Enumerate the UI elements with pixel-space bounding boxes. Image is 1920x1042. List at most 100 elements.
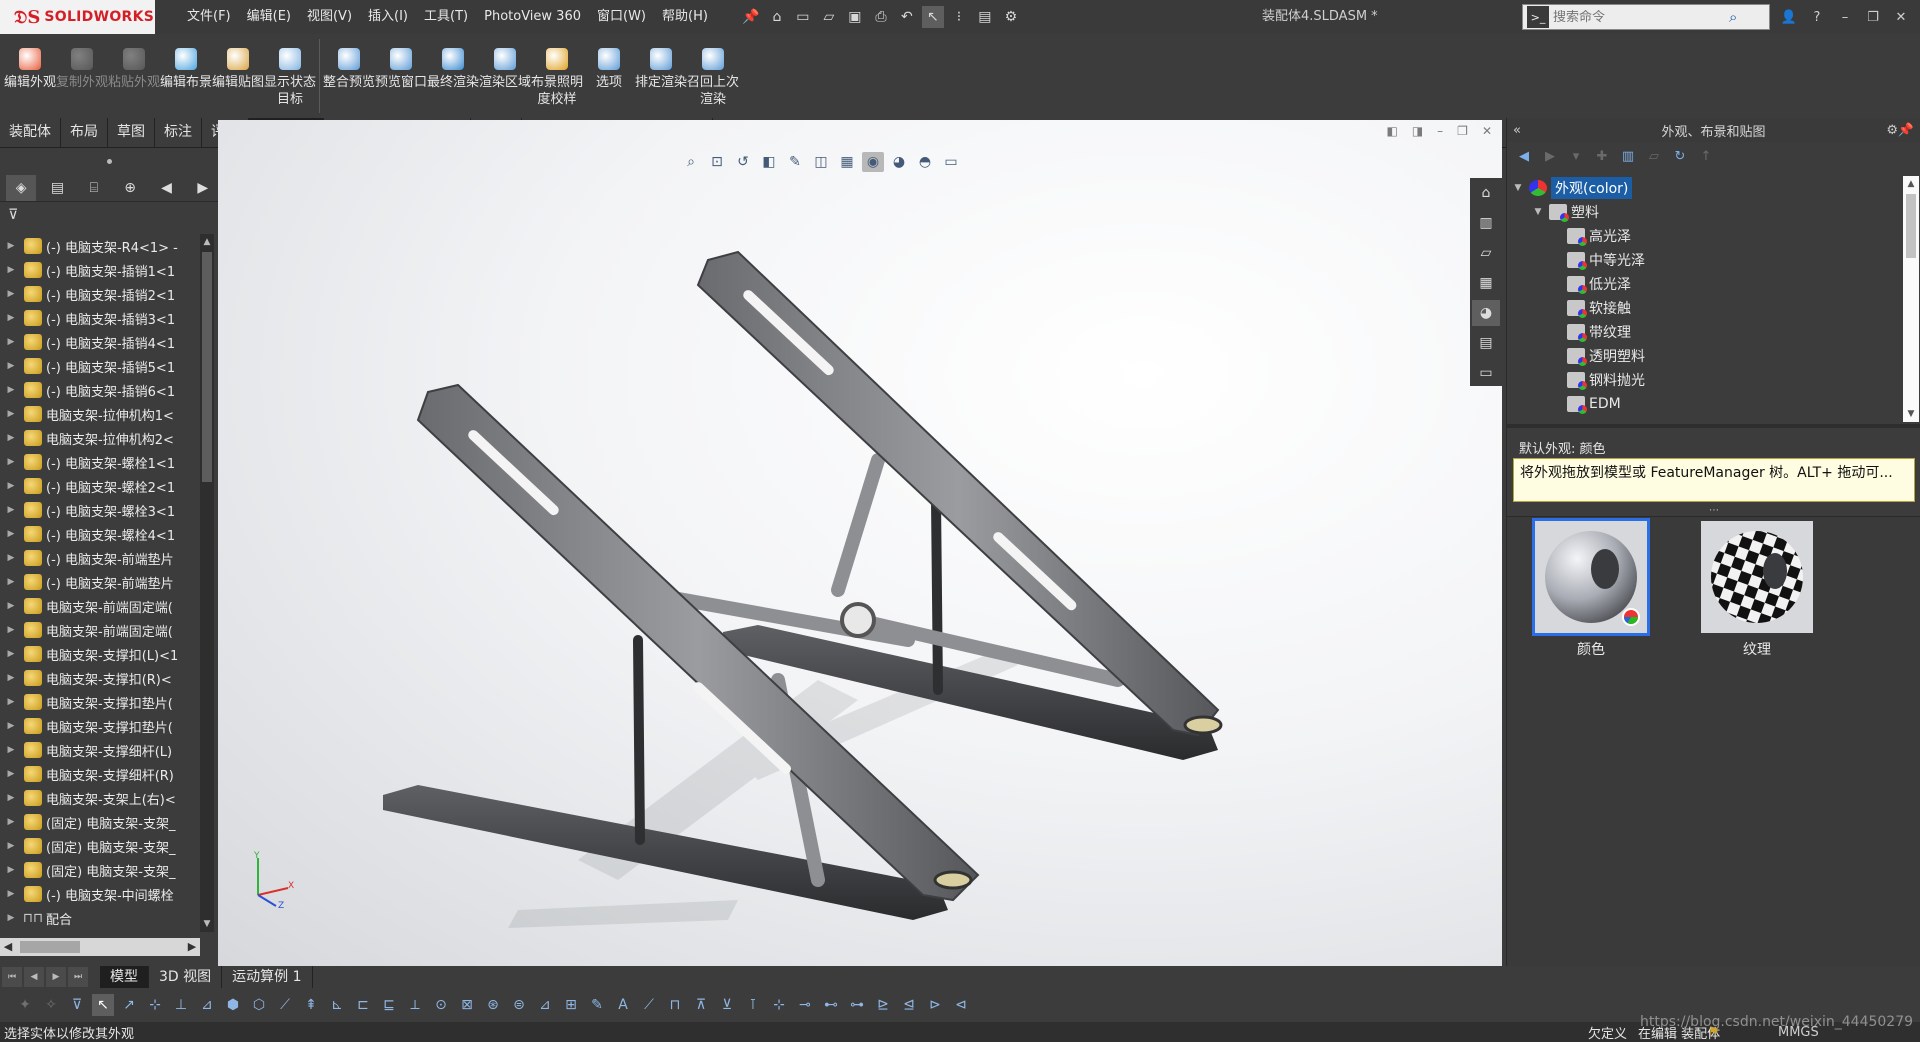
dropdown-arrow-icon[interactable]: ▾	[1567, 147, 1585, 165]
undo-icon[interactable]: ↶	[896, 6, 918, 28]
last-tab-icon[interactable]: ⏭	[68, 967, 88, 987]
solidworks-logo[interactable]: 𝔇S SOLIDWORKS	[0, 0, 155, 34]
design-library-icon[interactable]: ▥	[1472, 210, 1500, 236]
filter-tool-icon[interactable]: ⊺	[742, 994, 764, 1016]
filter-tool-icon[interactable]: ⊳	[924, 994, 946, 1016]
cm-tab-1[interactable]: 布局	[61, 118, 108, 147]
print-icon[interactable]: ⎙	[870, 6, 892, 28]
panel-settings-gear-icon[interactable]: ⚙	[1886, 123, 1898, 138]
filter-tool-icon[interactable]: ⊽	[66, 994, 88, 1016]
ribbon-button-11[interactable]: 选项	[583, 34, 635, 118]
save-icon[interactable]: ▣	[844, 6, 866, 28]
ribbon-button-8[interactable]: 最终渲染	[427, 34, 479, 118]
bottom-tab-0[interactable]: 模型	[100, 966, 149, 988]
thumb-color[interactable]: 颜色	[1532, 518, 1650, 659]
menu-item-4[interactable]: 工具(T)	[416, 0, 476, 34]
filter-tool-icon[interactable]: ⊠	[456, 994, 478, 1016]
forward-arrow-icon[interactable]: ▶	[1541, 147, 1559, 165]
filter-tool-icon[interactable]: ⟋	[638, 994, 660, 1016]
property-manager-tab-icon[interactable]: ▤	[42, 175, 72, 201]
custom-properties-icon[interactable]: ▤	[1472, 330, 1500, 356]
tree-item[interactable]: ▶ 电脑支架-支撑扣垫片(	[0, 690, 200, 714]
expand-arrow-icon[interactable]: ▶	[4, 265, 18, 275]
tree-item[interactable]: ▶ (-) 电脑支架-R4<1> -	[0, 234, 200, 258]
filter-tool-icon[interactable]: ⊴	[898, 994, 920, 1016]
appearance-tree-scrollbar[interactable]: ▲ ▼	[1903, 176, 1919, 422]
folder-icon[interactable]: ▱	[1645, 147, 1663, 165]
filter-tool-icon[interactable]: ⊸	[794, 994, 816, 1016]
search-input[interactable]	[1553, 9, 1723, 25]
appearance-item[interactable]: EDM	[1507, 392, 1903, 416]
filter-tool-icon[interactable]: ⊑	[378, 994, 400, 1016]
filter-tool-icon[interactable]: ⬢	[222, 994, 244, 1016]
expand-arrow-icon[interactable]: ▶	[4, 697, 18, 707]
filter-tool-icon[interactable]: ⊵	[872, 994, 894, 1016]
ribbon-button-7[interactable]: 预览窗口	[375, 34, 427, 118]
collapse-arrow-icon[interactable]: ▼	[1531, 207, 1545, 217]
tree-item[interactable]: ▶ 电脑支架-支撑扣(L)<1	[0, 642, 200, 666]
tree-item[interactable]: ▶ (-) 电脑支架-螺栓1<1	[0, 450, 200, 474]
tab-right-arrow-icon[interactable]: ▶	[188, 175, 218, 201]
tree-item[interactable]: ▶ 电脑支架-支架上(右)<	[0, 786, 200, 810]
filter-tool-icon[interactable]: ⊲	[950, 994, 972, 1016]
tab-left-arrow-icon[interactable]: ◀	[151, 175, 181, 201]
filter-tool-icon[interactable]: ↖	[92, 994, 114, 1016]
first-tab-icon[interactable]: ⏮	[2, 967, 22, 987]
expand-arrow-icon[interactable]: ▶	[4, 721, 18, 731]
expand-arrow-icon[interactable]: ▶	[4, 673, 18, 683]
expand-arrow-icon[interactable]: ▶	[4, 769, 18, 779]
menu-item-1[interactable]: 编辑(E)	[239, 0, 299, 34]
user-icon[interactable]: 👤	[1780, 10, 1798, 25]
expand-arrow-icon[interactable]: ▶	[4, 577, 18, 587]
menu-item-5[interactable]: PhotoView 360	[476, 0, 589, 34]
appearance-item[interactable]: 高光泽	[1507, 224, 1903, 248]
filter-tool-icon[interactable]: ⊹	[768, 994, 790, 1016]
filter-icon[interactable]: ⊽	[8, 207, 18, 223]
filter-tool-icon[interactable]: ⊼	[690, 994, 712, 1016]
tree-item[interactable]: ▶ 电脑支架-支撑细杆(L)	[0, 738, 200, 762]
expand-arrow-icon[interactable]: ▶	[4, 865, 18, 875]
search-commands[interactable]: >_ ⌕	[1522, 4, 1770, 30]
tree-item[interactable]: ▶ 电脑支架-支撑扣(R)<	[0, 666, 200, 690]
scroll-up-icon[interactable]: ▲	[200, 234, 214, 250]
expand-arrow-icon[interactable]: ▶	[4, 241, 18, 251]
ribbon-button-5[interactable]: 显示状态目标	[264, 34, 316, 118]
open-folder-icon[interactable]: ▱	[818, 6, 840, 28]
restore-icon[interactable]: ❐	[1864, 10, 1882, 25]
tree-item[interactable]: ▶ (-) 电脑支架-螺栓3<1	[0, 498, 200, 522]
tree-item[interactable]: ▶ (-) 电脑支架-螺栓2<1	[0, 474, 200, 498]
expand-arrow-icon[interactable]: ▶	[4, 481, 18, 491]
filter-tool-icon[interactable]: ⟋	[274, 994, 296, 1016]
view-palette-icon[interactable]: ▦	[1472, 270, 1500, 296]
tree-filter[interactable]: ⊽	[0, 202, 218, 228]
ribbon-button-6[interactable]: 整合预览	[323, 34, 375, 118]
filter-tool-icon[interactable]: ↗	[118, 994, 140, 1016]
filter-tool-icon[interactable]: ⊛	[482, 994, 504, 1016]
prev-tab-icon[interactable]: ◀	[24, 967, 44, 987]
expand-arrow-icon[interactable]: ▶	[4, 649, 18, 659]
feature-manager-tab-icon[interactable]: ◈	[6, 174, 37, 201]
rp-scroll-thumb[interactable]	[1906, 194, 1916, 258]
tree-item[interactable]: ▶ 电脑支架-拉伸机构1<	[0, 402, 200, 426]
tree-item[interactable]: ▶ (-) 电脑支架-插销6<1	[0, 378, 200, 402]
expand-arrow-icon[interactable]: ▶	[4, 745, 18, 755]
collapse-double-arrow-icon[interactable]: «	[1513, 123, 1521, 138]
forum-icon[interactable]: ▭	[1472, 360, 1500, 386]
appearance-item[interactable]: 低光泽	[1507, 272, 1903, 296]
back-arrow-icon[interactable]: ◀	[1515, 147, 1533, 165]
scroll-thumb[interactable]	[202, 252, 212, 482]
expand-arrow-icon[interactable]: ▶	[4, 889, 18, 899]
expand-arrow-icon[interactable]: ▶	[4, 553, 18, 563]
ribbon-button-12[interactable]: 排定渲染	[635, 34, 687, 118]
tree-item[interactable]: ▶ 电脑支架-支撑细杆(R)	[0, 762, 200, 786]
expand-arrow-icon[interactable]: ▶	[4, 793, 18, 803]
pin-icon[interactable]: 📌	[740, 6, 762, 28]
appearance-root[interactable]: ▼ 外观(color)	[1507, 176, 1903, 200]
tree-item[interactable]: ▶ 电脑支架-支撑扣垫片(	[0, 714, 200, 738]
scroll-down-icon[interactable]: ▼	[200, 916, 214, 932]
cm-tab-0[interactable]: 装配体	[0, 118, 61, 147]
filter-tool-icon[interactable]: ⊓	[664, 994, 686, 1016]
tree-item[interactable]: ▶ (固定) 电脑支架-支架_	[0, 834, 200, 858]
appearance-item[interactable]: 软接触	[1507, 296, 1903, 320]
expand-arrow-icon[interactable]: ▶	[4, 505, 18, 515]
